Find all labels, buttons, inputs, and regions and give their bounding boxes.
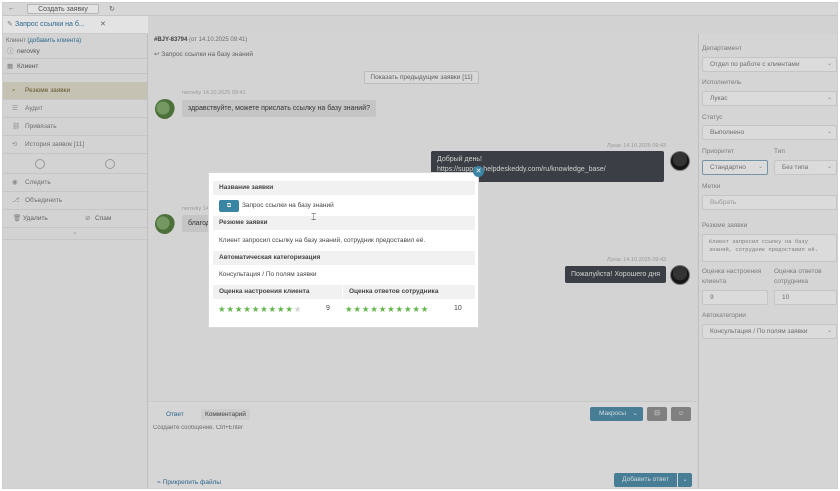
star-icon: ★ — [226, 304, 235, 314]
copy-icon[interactable]: ⧉ — [219, 200, 239, 212]
star-icon: ★ — [234, 304, 244, 314]
modal-summary-value: Клиент запросил ссылку на базу знаний, с… — [219, 237, 426, 244]
star-icon: ★ — [353, 304, 362, 314]
mouse-cursor-icon: ⌶ — [311, 212, 317, 222]
star-icon: ★ — [243, 304, 252, 314]
modal-staff-section: Оценка ответов сотрудника — [343, 285, 475, 299]
app-window: ← Создать заявку ↻ ✎ Запрос ссылки на б.… — [2, 2, 838, 489]
staff-score: 10 — [454, 305, 462, 312]
modal-close-button[interactable]: ✕ — [473, 166, 484, 177]
mood-rating-stars: ★★★★★★★★★★ — [218, 304, 302, 315]
star-icon: ★ — [420, 304, 430, 314]
star-icon: ★ — [412, 304, 421, 314]
star-icon: ★ — [361, 304, 371, 314]
summary-modal: Название заявки ⧉ Запрос ссылки на базу … — [208, 172, 479, 328]
star-icon: ★ — [268, 304, 277, 314]
star-icon: ★ — [260, 304, 269, 314]
star-icon: ★ — [293, 304, 303, 314]
star-icon: ★ — [378, 304, 388, 314]
star-icon: ★ — [251, 304, 261, 314]
star-icon: ★ — [285, 304, 294, 314]
mood-score: 9 — [326, 305, 330, 312]
modal-summary-section: Резюме заявки — [213, 216, 475, 230]
modal-mood-section: Оценка настроения клиента — [213, 285, 342, 299]
modal-autocat-value: Консультация / По полям заявки — [219, 271, 317, 278]
modal-autocat-section: Автоматическая категоризация — [213, 251, 475, 265]
modal-title-value: Запрос ссылки на базу знаний — [242, 202, 334, 209]
staff-rating-stars: ★★★★★★★★★★ — [345, 304, 429, 315]
star-icon: ★ — [370, 304, 379, 314]
modal-title-section: Название заявки — [213, 181, 475, 195]
star-icon: ★ — [387, 304, 396, 314]
star-icon: ★ — [395, 304, 404, 314]
